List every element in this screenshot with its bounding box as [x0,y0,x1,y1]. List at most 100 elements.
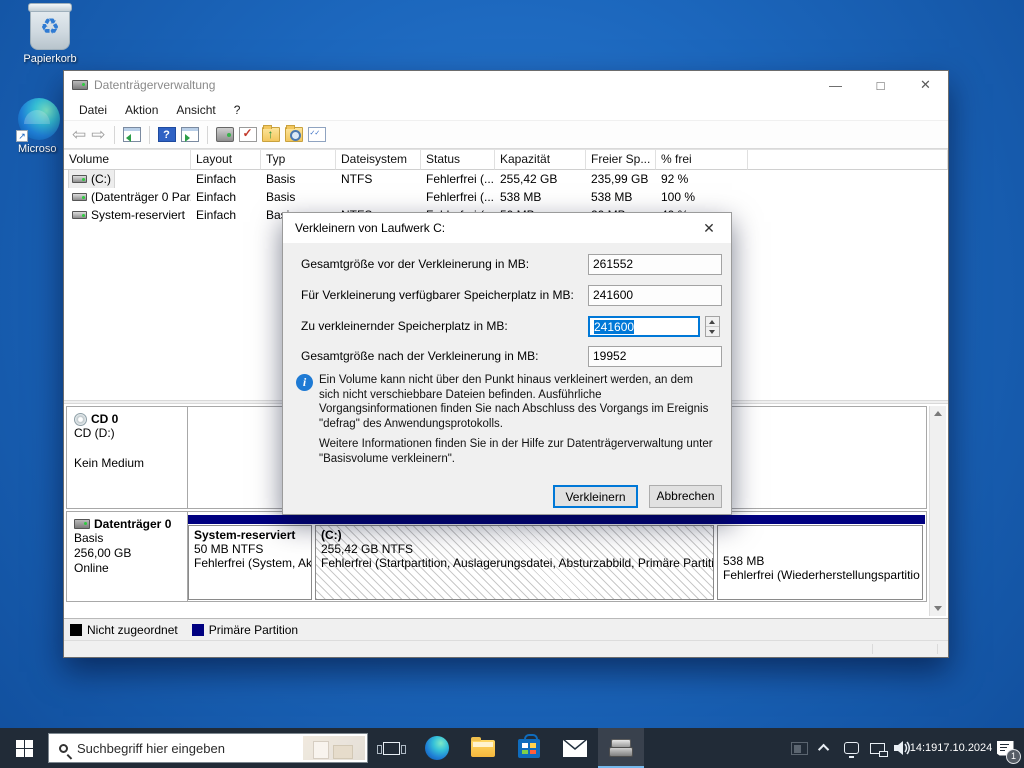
maximize-button[interactable]: □ [858,71,903,99]
primary-partition-swatch [191,623,204,636]
volume-row-c[interactable]: (C:) Einfach Basis NTFS Fehlerfrei (... … [64,170,948,188]
partition-c[interactable]: (C:) 255,42 GB NTFS Fehlerfrei (Startpar… [315,525,714,600]
task-view-icon [376,741,406,755]
status-bar [64,640,948,657]
partition-area: System-reserviert 50 MB NTFS Fehlerfrei … [188,512,926,601]
col-prozent-frei[interactable]: % frei [656,150,748,170]
col-volume[interactable]: Volume [64,150,191,170]
menubar: Datei Aktion Ansicht ? [64,99,948,121]
taskbar-disk-management-button[interactable] [598,728,644,768]
primary-partition-band [188,515,925,524]
taskbar: Suchbegriff hier eingeben 14:19 17.10.20… [0,728,1024,768]
taskbar-explorer-button[interactable] [460,728,506,768]
volume-list-header: Volume Layout Typ Dateisystem Status Kap… [64,150,948,170]
desktop-icon-recycle-bin[interactable]: ♻ Papierkorb [12,3,88,65]
folder-up-icon[interactable] [261,125,280,142]
total-after-field: 19952 [588,346,722,367]
edge-icon: ↗ [16,98,60,142]
legend-bar: Nicht zugeordnet Primäre Partition [64,618,948,640]
available-space-field: 241600 [588,285,722,306]
close-button[interactable]: ✕ [903,71,948,99]
show-console-tree-icon[interactable] [122,127,141,142]
menu-hilfe[interactable]: ? [225,101,250,119]
disk-row[interactable]: Datenträger 0 Basis 256,00 GB Online Sys… [66,511,927,602]
drive-icon [72,193,87,201]
disk-management-icon [609,739,633,757]
shrink-amount-spinner[interactable] [705,316,720,337]
chevron-up-icon [817,743,830,756]
check-disk-icon[interactable] [238,126,257,142]
total-before-field: 261552 [588,254,722,275]
windows-logo-icon [15,739,33,757]
scroll-down-icon[interactable] [934,606,942,611]
show-hidden-icons-button[interactable] [812,728,838,768]
news-widget-button[interactable] [786,728,812,768]
folder-search-icon[interactable] [284,125,303,142]
drive-icon [72,211,87,219]
col-freier-sp[interactable]: Freier Sp... [586,150,656,170]
menu-datei[interactable]: Datei [70,101,116,119]
dialog-title: Verkleinern von Laufwerk C: [295,221,446,235]
spinner-up-icon[interactable] [706,317,719,327]
tablet-mode-tray-button[interactable] [838,728,864,768]
partition-recovery[interactable]: 538 MB Fehlerfrei (Wiederherstellungspar… [717,525,923,600]
taskbar-edge-button[interactable] [414,728,460,768]
help-icon[interactable] [157,127,176,142]
microsoft-store-icon [518,733,540,758]
dialog-help-text: Weitere Informationen finden Sie in der … [319,438,713,465]
col-dateisystem[interactable]: Dateisystem [336,150,421,170]
shrink-volume-dialog: Verkleinern von Laufwerk C: ✕ Gesamtgröß… [282,212,732,515]
action-pane-icon[interactable] [180,127,199,142]
file-explorer-icon [471,736,495,757]
minimize-button[interactable]: — [813,71,858,99]
spinner-down-icon[interactable] [706,327,719,337]
menu-ansicht[interactable]: Ansicht [167,101,224,119]
clock-time: 14:19 [909,742,938,754]
scroll-up-icon[interactable] [934,411,942,416]
mail-icon [563,739,587,757]
cancel-button[interactable]: Abbrechen [649,485,722,508]
shrink-amount-input[interactable]: 241600 [588,316,700,337]
dialog-titlebar[interactable]: Verkleinern von Laufwerk C: ✕ [283,213,731,243]
dialog-close-button[interactable]: ✕ [687,213,731,243]
news-icon [790,741,808,755]
task-view-button[interactable] [368,728,414,768]
refresh-disks-icon[interactable] [215,127,234,142]
network-tray-button[interactable] [864,728,890,768]
col-kapazitaet[interactable]: Kapazität [495,150,586,170]
recycle-bin-label: Papierkorb [23,53,77,65]
drive-icon [72,175,87,183]
properties-list-icon[interactable] [307,127,326,142]
search-highlight-graphic[interactable] [303,736,365,760]
window-titlebar[interactable]: Datenträgerverwaltung — □ ✕ [64,71,948,99]
taskbar-clock[interactable]: 14:19 17.10.2024 [910,728,993,768]
search-placeholder: Suchbegriff hier eingeben [77,740,225,756]
app-icon [72,80,88,90]
cd-icon [74,412,87,426]
taskbar-mail-button[interactable] [552,728,598,768]
action-center-button[interactable]: 1 [986,728,1024,768]
start-button[interactable] [0,728,48,768]
toolbar: ⇦ ⇨ [64,121,948,149]
window-title: Datenträgerverwaltung [94,78,216,92]
legend-unallocated: Nicht zugeordnet [70,623,178,637]
taskbar-search-input[interactable]: Suchbegriff hier eingeben [48,733,368,763]
partition-system-reserved[interactable]: System-reserviert 50 MB NTFS Fehlerfrei … [188,525,312,600]
col-status[interactable]: Status [421,150,495,170]
network-icon [869,742,888,757]
back-icon[interactable]: ⇦ [72,126,86,143]
dialog-info-text: Ein Volume kann nicht über den Punkt hin… [319,374,709,430]
forward-icon[interactable]: ⇨ [91,126,105,143]
clock-date: 17.10.2024 [937,742,993,754]
shortcut-arrow-icon: ↗ [16,130,28,142]
taskbar-store-button[interactable] [506,728,552,768]
disk-icon [74,519,90,529]
vertical-scrollbar[interactable] [929,406,946,616]
col-typ[interactable]: Typ [261,150,336,170]
legend-primary-partition: Primäre Partition [191,623,298,637]
col-layout[interactable]: Layout [191,150,261,170]
shrink-button[interactable]: Verkleinern [553,485,638,508]
volume-row-recovery[interactable]: (Datenträger 0 Par... Einfach Basis Fehl… [64,188,948,206]
notification-badge: 1 [1006,749,1021,764]
menu-aktion[interactable]: Aktion [116,101,167,119]
